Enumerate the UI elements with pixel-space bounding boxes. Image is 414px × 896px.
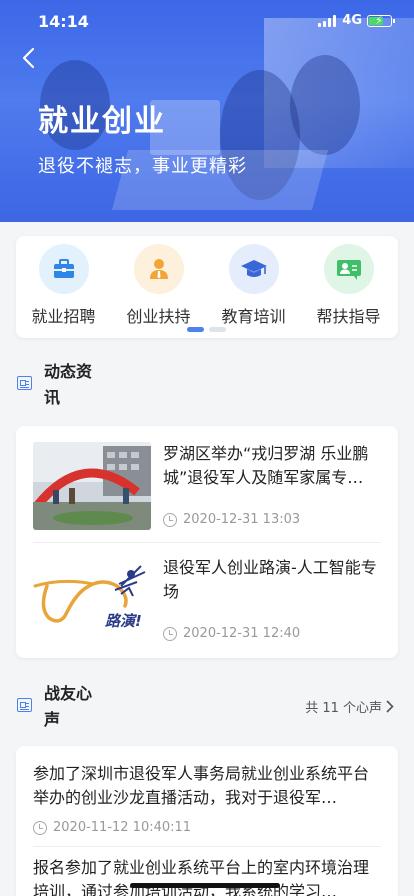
category-icon-circle xyxy=(323,244,374,294)
hero-title: 就业创业 xyxy=(38,104,166,139)
voice-section-icon xyxy=(17,698,32,712)
news-thumbnail: 路演! xyxy=(33,556,151,644)
page: 14:14 4G ⚡ 就业创业 退役不褪志，事业更精彩 就业招聘 创业扶持 教育… xyxy=(0,0,414,896)
news-item[interactable]: 路演! 退役军人创业路演-人工智能专场 2020-12-31 12:40 xyxy=(33,556,381,656)
category-label: 教育培训 xyxy=(221,307,286,326)
category-icon-circle xyxy=(133,244,184,294)
hero-subtitle: 退役不褪志，事业更精彩 xyxy=(38,156,247,177)
person-icon xyxy=(149,259,168,279)
pager-dot-active xyxy=(187,327,204,332)
category-label: 就业招聘 xyxy=(31,307,96,326)
signal-icon xyxy=(318,15,336,27)
divider xyxy=(33,846,381,847)
voice-time: 2020-11-12 10:40:11 xyxy=(33,820,191,835)
status-time: 14:14 xyxy=(38,12,89,31)
pager-dot xyxy=(209,327,226,332)
news-time: 2020-12-31 13:03 xyxy=(163,512,300,527)
news-section-icon xyxy=(17,376,32,390)
news-title: 罗湖区举办“戎归罗湖 乐业鹏城”退役军人及随军家属专… xyxy=(163,444,369,487)
news-thumbnail xyxy=(33,442,151,530)
network-label: 4G xyxy=(342,13,362,28)
home-indicator xyxy=(130,883,280,888)
pager-dots xyxy=(187,327,226,332)
battery-icon: ⚡ xyxy=(367,14,395,27)
hero-banner: 14:14 4G ⚡ 就业创业 退役不褪志，事业更精彩 xyxy=(0,0,414,222)
voice-text[interactable]: 报名参加了就业创业系统平台上的室内环境治理培训，通过参加培训活动，我系统的学习… xyxy=(33,856,383,896)
category-icon-circle xyxy=(38,244,89,294)
category-jobs[interactable]: 就业招聘 xyxy=(16,244,111,327)
status-bar: 14:14 4G ⚡ xyxy=(0,0,414,44)
thumbnail-text: 路演! xyxy=(105,612,142,630)
voice-section-title: 战友心声 xyxy=(44,684,93,729)
clock-icon xyxy=(163,626,177,641)
clock-icon xyxy=(163,512,177,527)
news-card: 罗湖区举办“戎归罗湖 乐业鹏城”退役军人及随军家属专… 2020-12-31 1… xyxy=(16,426,398,658)
voice-more-link[interactable]: 共 11 个心声 xyxy=(305,697,394,716)
news-title: 退役军人创业路演-人工智能专场 xyxy=(163,558,377,601)
chevron-right-icon xyxy=(386,700,394,713)
divider xyxy=(33,542,381,543)
back-icon[interactable] xyxy=(18,46,42,70)
news-item[interactable]: 罗湖区举办“戎归罗湖 乐业鹏城”退役军人及随军家属专… 2020-12-31 1… xyxy=(33,442,381,542)
voice-card: 参加了深圳市退役军人事务局就业创业系统平台举办的创业沙龙直播活动，我对于退役军…… xyxy=(16,746,398,896)
category-education[interactable]: 教育培训 xyxy=(206,244,301,327)
category-guidance[interactable]: 帮扶指导 xyxy=(301,244,396,327)
category-label: 创业扶持 xyxy=(126,307,191,326)
category-startup[interactable]: 创业扶持 xyxy=(111,244,206,327)
chat-icon xyxy=(336,260,361,280)
graduation-cap-icon xyxy=(240,260,267,277)
news-section-title: 动态资讯 xyxy=(44,362,93,407)
briefcase-icon xyxy=(53,259,74,278)
clock-icon xyxy=(33,820,47,835)
voice-text[interactable]: 参加了深圳市退役军人事务局就业创业系统平台举办的创业沙龙直播活动，我对于退役军… xyxy=(33,762,383,810)
category-icon-circle xyxy=(228,244,279,294)
news-time: 2020-12-31 12:40 xyxy=(163,626,300,641)
category-card: 就业招聘 创业扶持 教育培训 帮扶指导 xyxy=(16,236,398,338)
category-label: 帮扶指导 xyxy=(316,307,381,326)
